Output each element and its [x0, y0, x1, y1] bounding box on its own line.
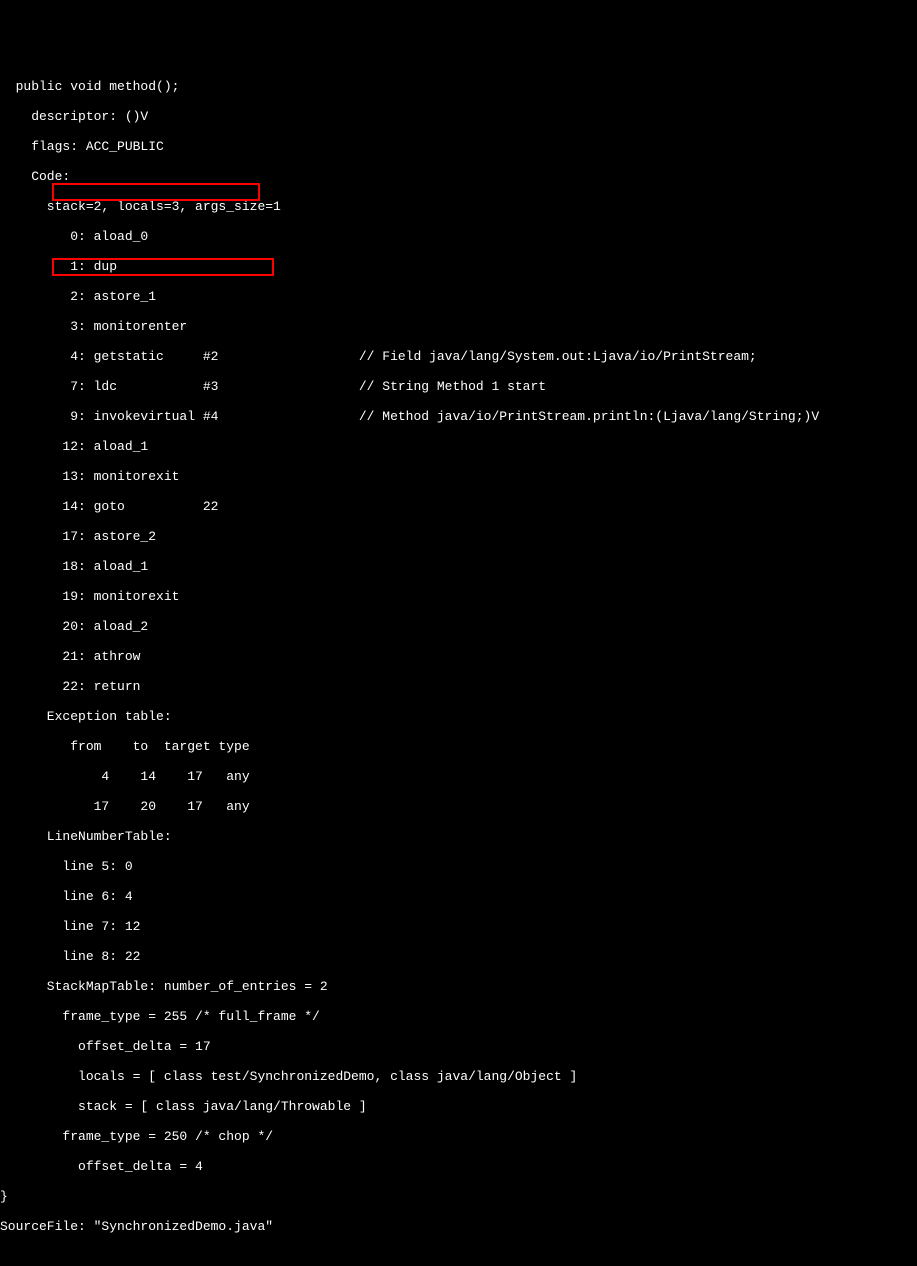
code-line: offset_delta = 4 [0, 1159, 917, 1174]
code-line: 7: ldc #3 // String Method 1 start [0, 379, 917, 394]
code-line: Exception table: [0, 709, 917, 724]
code-line: from to target type [0, 739, 917, 754]
code-line: 0: aload_0 [0, 229, 917, 244]
code-line: offset_delta = 17 [0, 1039, 917, 1054]
code-line: SourceFile: "SynchronizedDemo.java" [0, 1219, 917, 1234]
code-line-highlighted: 3: monitorenter [0, 319, 917, 334]
code-line: LineNumberTable: [0, 829, 917, 844]
code-line: frame_type = 255 /* full_frame */ [0, 1009, 917, 1024]
code-line: 17 20 17 any [0, 799, 917, 814]
code-line: line 7: 12 [0, 919, 917, 934]
code-line: line 8: 22 [0, 949, 917, 964]
code-line: 9: invokevirtual #4 // Method java/io/Pr… [0, 409, 917, 424]
code-line: public void method(); [0, 79, 917, 94]
code-line: 14: goto 22 [0, 499, 917, 514]
code-line: StackMapTable: number_of_entries = 2 [0, 979, 917, 994]
code-line: frame_type = 250 /* chop */ [0, 1129, 917, 1144]
code-line: 4: getstatic #2 // Field java/lang/Syste… [0, 349, 917, 364]
terminal-output: public void method(); descriptor: ()V fl… [0, 64, 917, 1266]
code-line: descriptor: ()V [0, 109, 917, 124]
code-line: 4 14 17 any [0, 769, 917, 784]
code-line: flags: ACC_PUBLIC [0, 139, 917, 154]
code-line: 12: aload_1 [0, 439, 917, 454]
code-line: 22: return [0, 679, 917, 694]
code-line: 19: monitorexit [0, 589, 917, 604]
code-line: line 5: 0 [0, 859, 917, 874]
code-line: 20: aload_2 [0, 619, 917, 634]
code-line: 2: astore_1 [0, 289, 917, 304]
code-line: 17: astore_2 [0, 529, 917, 544]
code-line-highlighted: 13: monitorexit [0, 469, 917, 484]
code-line: } [0, 1189, 917, 1204]
code-line: 1: dup [0, 259, 917, 274]
code-line: stack=2, locals=3, args_size=1 [0, 199, 917, 214]
code-line: Code: [0, 169, 917, 184]
code-line: locals = [ class test/SynchronizedDemo, … [0, 1069, 917, 1084]
code-line: line 6: 4 [0, 889, 917, 904]
code-line: 21: athrow [0, 649, 917, 664]
code-line: 18: aload_1 [0, 559, 917, 574]
code-line: stack = [ class java/lang/Throwable ] [0, 1099, 917, 1114]
